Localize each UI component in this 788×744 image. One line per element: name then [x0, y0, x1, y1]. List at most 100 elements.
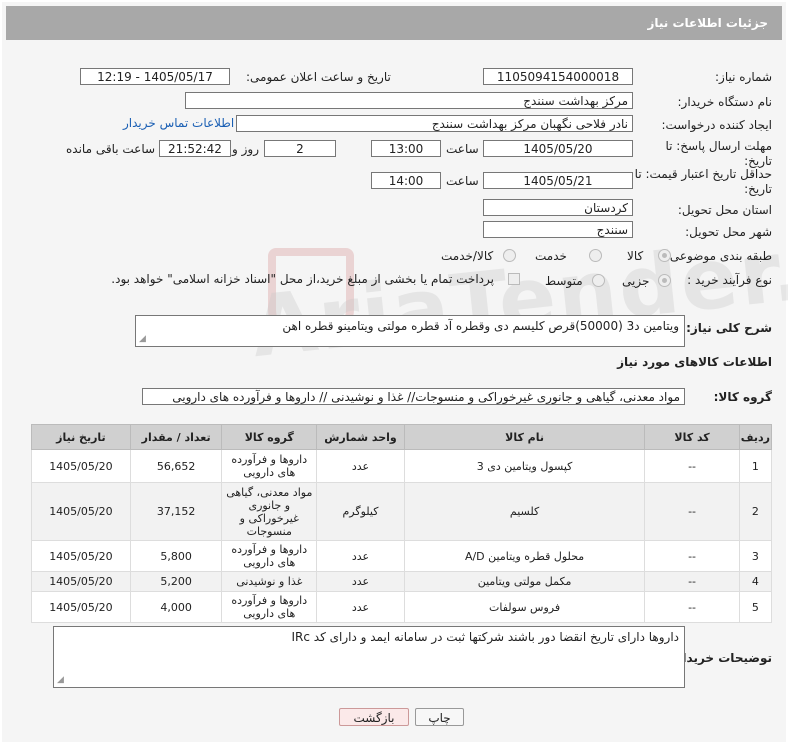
items-table: ردیف کد کالا نام کالا واحد شمارش گروه کا… — [31, 424, 773, 623]
deadline-time-label: ساعت — [446, 142, 479, 156]
item-group: داروها و فرآورده های دارویی — [221, 591, 318, 623]
price-validity-date-field[interactable]: 1405/05/21 — [483, 172, 633, 189]
col-header-row-number: ردیف — [738, 424, 773, 450]
page-title: جزئیات اطلاعات نیاز — [647, 16, 768, 30]
goods-section-title: اطلاعات کالاهای مورد نیاز — [617, 355, 772, 369]
item-date: 1405/05/20 — [31, 571, 131, 592]
item-code: -- — [644, 449, 740, 483]
item-code: -- — [644, 571, 740, 592]
days-field[interactable]: 2 — [264, 140, 336, 157]
remaining-time-field[interactable]: 21:52:42 — [159, 140, 231, 157]
buyer-notes-text: داروها دارای تاریخ انقضا دور باشند شرکته… — [291, 630, 680, 644]
item-unit: عدد — [316, 449, 405, 483]
process-label: نوع فرآیند خرید : — [687, 273, 772, 287]
table-row[interactable]: 1 -- کپسول ویتامین دی 3 عدد داروها و فرآ… — [31, 449, 773, 483]
buyer-org-field[interactable]: مرکز بهداشت سنندج — [185, 92, 633, 109]
item-group: مواد معدنی، گیاهی و جانوری غیرخوراکی و م… — [221, 482, 318, 541]
process-partial-label: جزیی — [622, 274, 650, 288]
item-group: داروها و فرآورده های دارویی — [221, 449, 318, 483]
item-date: 1405/05/20 — [31, 449, 131, 483]
col-header-date: تاریخ نیاز — [31, 424, 131, 450]
print-button[interactable]: چاپ — [415, 708, 464, 726]
table-header-row: ردیف کد کالا نام کالا واحد شمارش گروه کا… — [31, 424, 773, 450]
buyer-notes-label: توضیحات خریدار: — [670, 651, 772, 665]
item-quantity: 37,152 — [129, 482, 223, 541]
price-validity-label: حداقل تاریخ اعتبار قیمت: تا تاریخ: — [634, 167, 772, 196]
goods-group-field[interactable]: مواد معدنی، گیاهی و جانوری غیرخوراکی و م… — [142, 388, 685, 405]
col-header-quantity: تعداد / مقدار — [129, 424, 223, 450]
category-service-label: خدمت — [535, 249, 567, 263]
row-number: 2 — [738, 482, 773, 541]
resize-handle-icon[interactable]: ◢ — [139, 334, 146, 344]
summary-textarea[interactable]: ویتامین د3 (50000)قرص کلیسم دی وقطره آد … — [135, 315, 685, 347]
item-unit: کیلوگرم — [316, 482, 405, 541]
creator-label: ایجاد کننده درخواست: — [661, 118, 772, 132]
category-goods-radio[interactable] — [658, 249, 671, 262]
item-date: 1405/05/20 — [31, 482, 131, 541]
treasury-payment-checkbox[interactable] — [508, 273, 520, 285]
item-date: 1405/05/20 — [31, 540, 131, 572]
col-header-group: گروه کالا — [221, 424, 318, 450]
category-both-label: کالا/خدمت — [441, 249, 494, 263]
table-row[interactable]: 5 -- فروس سولفات عدد داروها و فرآورده ها… — [31, 591, 773, 623]
item-date: 1405/05/20 — [31, 591, 131, 623]
contact-buyer-link[interactable]: اطلاعات تماس خریدار — [123, 116, 234, 130]
price-validity-time-field[interactable]: 14:00 — [371, 172, 441, 189]
col-header-code: کد کالا — [644, 424, 740, 450]
item-name: فروس سولفات — [403, 591, 646, 623]
need-number-label: شماره نیاز: — [715, 70, 772, 84]
deadline-time-field[interactable]: 13:00 — [371, 140, 441, 157]
item-name: مکمل مولتی ویتامین — [403, 571, 646, 592]
creator-field[interactable]: نادر فلاحی نگهبان مرکز بهداشت سنندج — [236, 115, 633, 132]
back-button[interactable]: بازگشت — [339, 708, 409, 726]
item-unit: عدد — [316, 540, 405, 572]
goods-group-label: گروه کالا: — [713, 390, 772, 404]
city-field[interactable]: سنندج — [483, 221, 633, 238]
row-number: 3 — [738, 540, 773, 572]
row-number: 4 — [738, 571, 773, 592]
buyer-notes-textarea[interactable]: داروها دارای تاریخ انقضا دور باشند شرکته… — [53, 626, 685, 688]
days-label: روز و — [232, 142, 259, 156]
remaining-label: ساعت باقی مانده — [66, 142, 156, 156]
treasury-payment-note: پرداخت تمام یا بخشی از مبلغ خرید،از محل … — [111, 272, 494, 286]
col-header-unit: واحد شمارش — [316, 424, 405, 450]
need-number-field[interactable]: 1105094154000018 — [483, 68, 633, 85]
item-quantity: 4,000 — [129, 591, 223, 623]
category-service-radio[interactable] — [589, 249, 602, 262]
col-header-name: نام کالا — [403, 424, 646, 450]
table-row[interactable]: 3 -- محلول قطره ویتامین A/D عدد داروها و… — [31, 540, 773, 572]
row-number: 1 — [738, 449, 773, 483]
process-medium-radio[interactable] — [592, 274, 605, 287]
item-name: کپسول ویتامین دی 3 — [403, 449, 646, 483]
table-row[interactable]: 4 -- مکمل مولتی ویتامین عدد غذا و نوشیدن… — [31, 571, 773, 592]
process-partial-radio[interactable] — [658, 274, 671, 287]
category-goods-label: کالا — [627, 249, 644, 263]
summary-label: شرح کلی نیاز: — [686, 321, 772, 335]
item-quantity: 56,652 — [129, 449, 223, 483]
deadline-date-field[interactable]: 1405/05/20 — [483, 140, 633, 157]
category-label: طبقه بندی موضوعی: — [665, 249, 772, 263]
buyer-org-label: نام دستگاه خریدار: — [677, 95, 773, 109]
announce-label: تاریخ و ساعت اعلان عمومی: — [246, 70, 391, 84]
province-field[interactable]: کردستان — [483, 199, 633, 216]
category-both-radio[interactable] — [503, 249, 516, 262]
item-unit: عدد — [316, 591, 405, 623]
item-code: -- — [644, 482, 740, 541]
item-name: محلول قطره ویتامین A/D — [403, 540, 646, 572]
item-quantity: 5,800 — [129, 540, 223, 572]
deadline-label: مهلت ارسال پاسخ: تا تاریخ: — [665, 139, 772, 168]
table-row[interactable]: 2 -- کلسیم کیلوگرم مواد معدنی، گیاهی و ج… — [31, 482, 773, 541]
item-unit: عدد — [316, 571, 405, 592]
summary-text: ویتامین د3 (50000)قرص کلیسم دی وقطره آد … — [282, 319, 679, 333]
resize-handle-icon[interactable]: ◢ — [57, 675, 64, 685]
item-group: غذا و نوشیدنی — [221, 571, 318, 592]
row-number: 5 — [738, 591, 773, 623]
item-code: -- — [644, 540, 740, 572]
city-label: شهر محل تحویل: — [685, 225, 772, 239]
province-label: استان محل تحویل: — [677, 203, 772, 217]
item-code: -- — [644, 591, 740, 623]
announce-field[interactable]: 1405/05/17 - 12:19 — [80, 68, 230, 85]
item-group: داروها و فرآورده های دارویی — [221, 540, 318, 572]
item-quantity: 5,200 — [129, 571, 223, 592]
page-header: جزئیات اطلاعات نیاز — [6, 6, 782, 40]
